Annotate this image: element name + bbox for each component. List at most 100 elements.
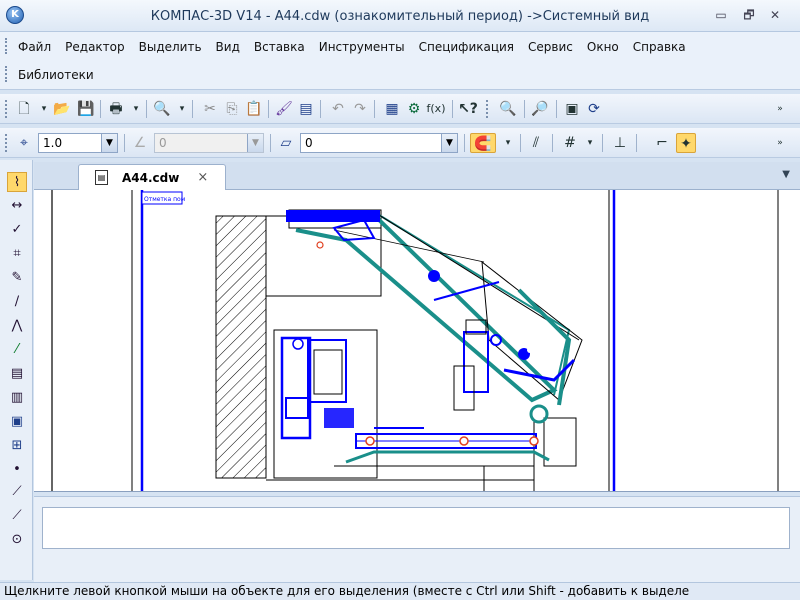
angle-value: 0 bbox=[159, 136, 167, 150]
toolbar-grip-2[interactable] bbox=[486, 100, 489, 118]
spec-tool-icon[interactable]: ⁄ bbox=[7, 340, 27, 360]
menu-tools[interactable]: Инструменты bbox=[319, 40, 405, 54]
grid-dropdown-icon[interactable]: ▾ bbox=[580, 133, 600, 153]
open-icon[interactable]: 📂 bbox=[52, 99, 72, 119]
library-icon[interactable]: ⚙ bbox=[404, 99, 424, 119]
document-tab[interactable]: ▤ A44.cdw × bbox=[78, 164, 226, 190]
tab-list-dropdown-icon[interactable]: ▼ bbox=[782, 169, 790, 180]
refresh-icon[interactable]: ⟳ bbox=[584, 99, 604, 119]
parametrization-tool-icon[interactable]: ✎ bbox=[7, 268, 27, 288]
menu-grip[interactable] bbox=[5, 38, 8, 54]
views-tool-icon[interactable]: ▣ bbox=[7, 412, 27, 432]
preview-icon[interactable]: 🔍 bbox=[152, 99, 172, 119]
redo-icon[interactable]: ↷ bbox=[350, 99, 370, 119]
point-tool-icon[interactable]: • bbox=[7, 460, 27, 480]
measure-tool-icon[interactable]: ∕ bbox=[7, 292, 27, 312]
separator bbox=[464, 134, 465, 152]
title-block-text: Отметка пом bbox=[144, 196, 185, 203]
toolbar-grip[interactable] bbox=[5, 100, 8, 118]
toolbar-grip[interactable] bbox=[5, 134, 8, 152]
format-painter-icon[interactable]: 🖌 bbox=[274, 99, 294, 119]
separator bbox=[556, 100, 557, 118]
properties-panel-box[interactable] bbox=[42, 507, 790, 549]
menu-specification[interactable]: Спецификация bbox=[419, 40, 514, 54]
document-tab-label: A44.cdw bbox=[122, 170, 180, 185]
menu-select[interactable]: Выделить bbox=[139, 40, 202, 54]
ortho-icon[interactable]: ⫽ bbox=[526, 133, 546, 153]
menu-file[interactable]: Файл bbox=[18, 40, 51, 54]
variables-icon[interactable]: f(x) bbox=[426, 99, 446, 119]
menu-window[interactable]: Окно bbox=[587, 40, 619, 54]
cut-icon[interactable]: ✂ bbox=[200, 99, 220, 119]
manager-icon[interactable]: ▦ bbox=[382, 99, 402, 119]
toolbar-options-icon[interactable]: » bbox=[770, 99, 790, 119]
paste-icon[interactable]: 📋 bbox=[244, 99, 264, 119]
print-dropdown-icon[interactable]: ▾ bbox=[126, 99, 146, 119]
library-tool-icon[interactable]: ⊞ bbox=[7, 436, 27, 456]
menu-editor[interactable]: Редактор bbox=[65, 40, 124, 54]
properties-panel bbox=[34, 496, 800, 582]
print-icon[interactable]: 🖶 bbox=[106, 99, 126, 119]
document-tab-bar: ▤ A44.cdw × ▼ bbox=[34, 162, 800, 190]
circle-tool-icon[interactable]: ⊙ bbox=[7, 530, 27, 550]
compact-toolbar: ⌇ ↔ ✓ ⌗ ✎ ∕ ⋀ ⁄ ▤ ▥ ▣ ⊞ • ⟋ ⟋ ⊙ bbox=[0, 160, 33, 580]
separator bbox=[524, 100, 525, 118]
new-document-icon[interactable]: 🗋 bbox=[14, 99, 34, 119]
drawing-file-icon: ▤ bbox=[95, 170, 108, 185]
layers-icon[interactable]: ▱ bbox=[276, 133, 296, 153]
chevron-down-icon[interactable]: ▼ bbox=[247, 134, 263, 152]
parametric-mode-icon[interactable]: ✦ bbox=[676, 133, 696, 153]
layer-combo[interactable]: 0 ▼ bbox=[300, 133, 458, 153]
menu-grip-2[interactable] bbox=[5, 66, 8, 82]
restore-button[interactable]: 🗗 bbox=[740, 7, 758, 23]
menu-row-main: Файл Редактор Выделить Вид Вставка Инстр… bbox=[18, 34, 700, 60]
properties-icon[interactable]: ▤ bbox=[296, 99, 316, 119]
preview-dropdown-icon[interactable]: ▾ bbox=[172, 99, 192, 119]
reports-tool-icon[interactable]: ▤ bbox=[7, 364, 27, 384]
angle-icon[interactable]: ∠ bbox=[130, 133, 150, 153]
geometry-tool-icon[interactable]: ⌇ bbox=[7, 172, 27, 192]
menu-help[interactable]: Справка bbox=[633, 40, 686, 54]
segment-tool-icon[interactable]: ⟋ bbox=[7, 506, 27, 526]
editing-tool-icon[interactable]: ⌗ bbox=[7, 244, 27, 264]
menu-view[interactable]: Вид bbox=[216, 40, 240, 54]
separator bbox=[270, 134, 271, 152]
chevron-down-icon[interactable]: ▼ bbox=[441, 134, 457, 152]
new-dropdown-icon[interactable]: ▾ bbox=[34, 99, 54, 119]
angle-combo[interactable]: 0 ▼ bbox=[154, 133, 264, 153]
local-cs-icon[interactable]: ⊥ bbox=[610, 133, 630, 153]
separator bbox=[636, 134, 637, 152]
help-pointer-icon[interactable]: ↖? bbox=[458, 99, 478, 119]
dimensions-tool-icon[interactable]: ↔ bbox=[7, 196, 27, 216]
separator bbox=[192, 100, 193, 118]
cursor-step-icon[interactable]: ⌖ bbox=[14, 133, 34, 153]
orthogonal-mode-icon[interactable]: ⌐ bbox=[652, 133, 672, 153]
grid-icon[interactable]: # bbox=[560, 133, 580, 153]
undo-icon[interactable]: ↶ bbox=[328, 99, 348, 119]
copy-icon[interactable]: ⎘ bbox=[222, 99, 242, 119]
menu-insert[interactable]: Вставка bbox=[254, 40, 305, 54]
snap-dropdown-icon[interactable]: ▾ bbox=[498, 133, 518, 153]
menu-libraries[interactable]: Библиотеки bbox=[18, 68, 94, 82]
status-text: Щелкните левой кнопкой мыши на объекте д… bbox=[4, 584, 690, 598]
close-button[interactable]: ✕ bbox=[766, 7, 784, 23]
snap-magnet-icon[interactable]: 🧲 bbox=[470, 133, 496, 153]
designations-tool-icon[interactable]: ✓ bbox=[7, 220, 27, 240]
select-tool-icon[interactable]: ⋀ bbox=[7, 316, 27, 336]
toolbar-options-icon[interactable]: » bbox=[770, 133, 790, 153]
minimize-button[interactable]: ▭ bbox=[712, 7, 730, 23]
window-title: КОМПАС-3D V14 - A44.cdw (ознакомительный… bbox=[150, 9, 650, 24]
zoom-window-icon[interactable]: 🔍 bbox=[498, 99, 518, 119]
chevron-down-icon[interactable]: ▼ bbox=[101, 134, 117, 152]
close-tab-icon[interactable]: × bbox=[197, 170, 208, 185]
line-tool-icon[interactable]: ⟋ bbox=[7, 482, 27, 502]
drawing-canvas[interactable]: Отметка пом bbox=[34, 190, 800, 492]
zoom-all-icon[interactable]: 🔎 bbox=[530, 99, 550, 119]
rebuild-icon[interactable]: ▣ bbox=[562, 99, 582, 119]
insert-tool-icon[interactable]: ▥ bbox=[7, 388, 27, 408]
title-bar: K КОМПАС-3D V14 - A44.cdw (ознакомительн… bbox=[0, 0, 800, 32]
save-icon[interactable]: 💾 bbox=[76, 99, 96, 119]
step-combo[interactable]: 1.0 ▼ bbox=[38, 133, 118, 153]
separator bbox=[100, 100, 101, 118]
menu-service[interactable]: Сервис bbox=[528, 40, 573, 54]
